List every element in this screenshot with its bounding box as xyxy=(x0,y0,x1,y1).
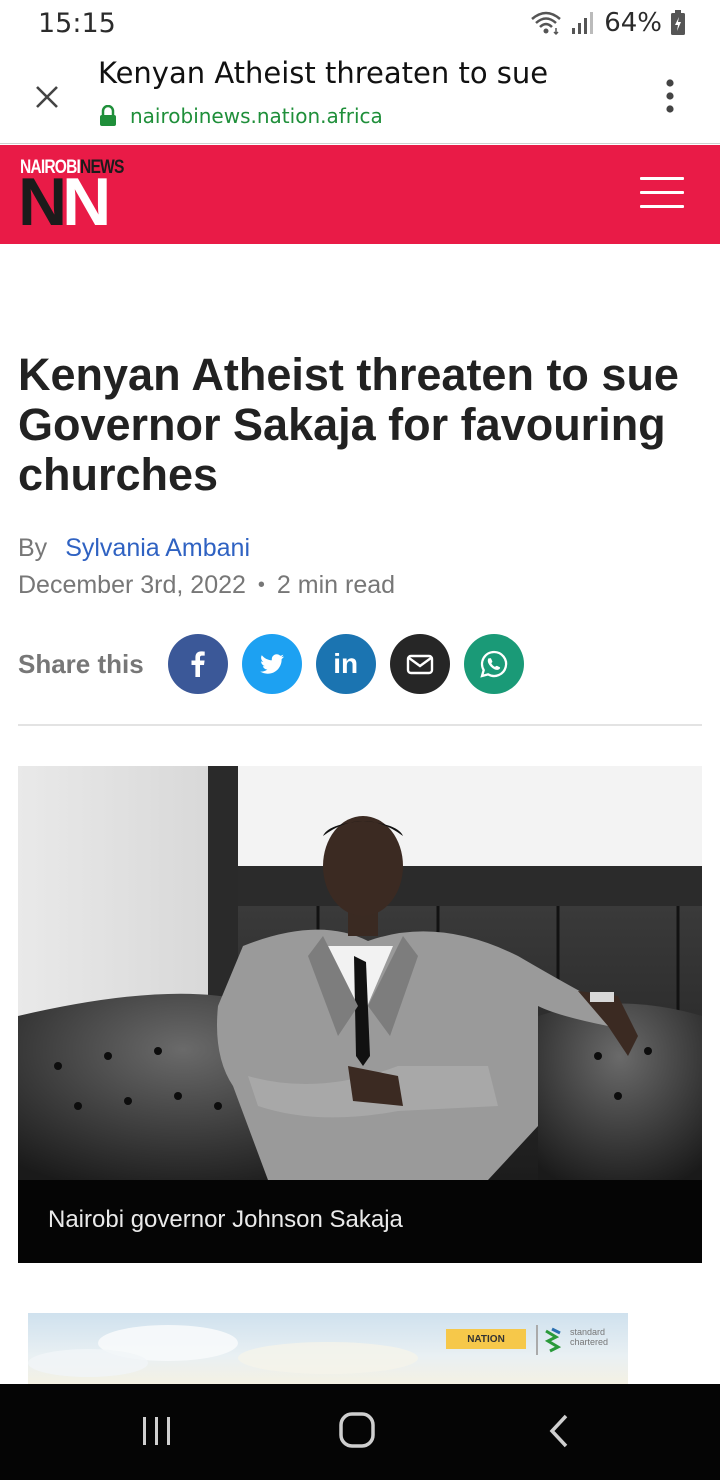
linkedin-icon: in xyxy=(333,648,359,679)
home-icon[interactable] xyxy=(338,1411,376,1449)
twitter-icon xyxy=(259,654,284,674)
facebook-icon xyxy=(191,651,205,677)
status-time: 15:15 xyxy=(38,8,116,39)
byline: By Sylvania Ambani xyxy=(18,534,250,563)
ad-partner-text: standard chartered xyxy=(570,1327,609,1347)
standard-chartered-logo-icon xyxy=(544,1327,562,1353)
read-time: 2 min read xyxy=(276,571,396,599)
photo-illustration xyxy=(18,766,702,1180)
tab-url-row: nairobinews.nation.africa xyxy=(98,104,383,128)
close-icon[interactable] xyxy=(32,82,62,112)
hamburger-menu-icon[interactable] xyxy=(640,177,684,209)
tab-url: nairobinews.nation.africa xyxy=(130,104,383,128)
article-photo[interactable] xyxy=(18,766,702,1180)
nairobi-news-logo[interactable]: NAIROBINEWS NN xyxy=(18,157,124,240)
ad-nation-badge: NATION xyxy=(446,1329,526,1349)
article-headline: Kenyan Atheist threaten to sue Governor … xyxy=(18,349,679,500)
more-vert-icon[interactable] xyxy=(664,78,676,114)
ad-sky-illustration xyxy=(28,1325,418,1377)
logo-mark-left: N xyxy=(18,164,67,240)
article-meta: December 3rd, 2022 • 2 min read xyxy=(18,571,395,600)
lock-icon xyxy=(100,105,116,126)
whatsapp-icon xyxy=(480,650,507,678)
logo-mark-right: N xyxy=(62,164,111,240)
custom-tab-header: Kenyan Atheist threaten to sue nairobine… xyxy=(0,48,720,144)
twitter-share-button[interactable] xyxy=(241,634,302,694)
site-header: NAIROBINEWS NN xyxy=(0,145,720,244)
advertisement-banner[interactable]: NATION standard chartered xyxy=(28,1313,628,1385)
photo-caption: Nairobi governor Johnson Sakaja xyxy=(48,1206,403,1233)
ad-separator xyxy=(536,1325,538,1355)
share-divider xyxy=(18,724,702,726)
tab-page-title: Kenyan Atheist threaten to sue xyxy=(98,56,549,90)
signal-icon xyxy=(572,12,594,34)
logo-mark: NN xyxy=(18,163,111,241)
by-label: By xyxy=(18,534,48,562)
publish-date: December 3rd, 2022 xyxy=(18,571,246,599)
email-icon xyxy=(406,654,433,675)
author-link[interactable]: Sylvania Ambani xyxy=(65,534,250,563)
photo-caption-bar: Nairobi governor Johnson Sakaja xyxy=(18,1180,702,1263)
battery-percentage: 64% xyxy=(604,8,662,38)
status-bar: 15:15 64% xyxy=(0,0,720,48)
meta-separator: • xyxy=(257,574,265,596)
share-bar: Share this in xyxy=(18,634,538,694)
system-navigation-bar xyxy=(0,1384,720,1480)
wifi-icon xyxy=(531,11,562,36)
recents-icon[interactable] xyxy=(140,1414,174,1448)
share-label: Share this xyxy=(18,648,144,679)
back-icon[interactable] xyxy=(548,1413,570,1449)
whatsapp-share-button[interactable] xyxy=(463,634,524,694)
linkedin-share-button[interactable]: in xyxy=(315,634,376,694)
battery-charging-icon xyxy=(671,10,685,35)
facebook-share-button[interactable] xyxy=(167,634,228,694)
email-share-button[interactable] xyxy=(389,634,450,694)
status-icons: 64% xyxy=(530,8,686,38)
